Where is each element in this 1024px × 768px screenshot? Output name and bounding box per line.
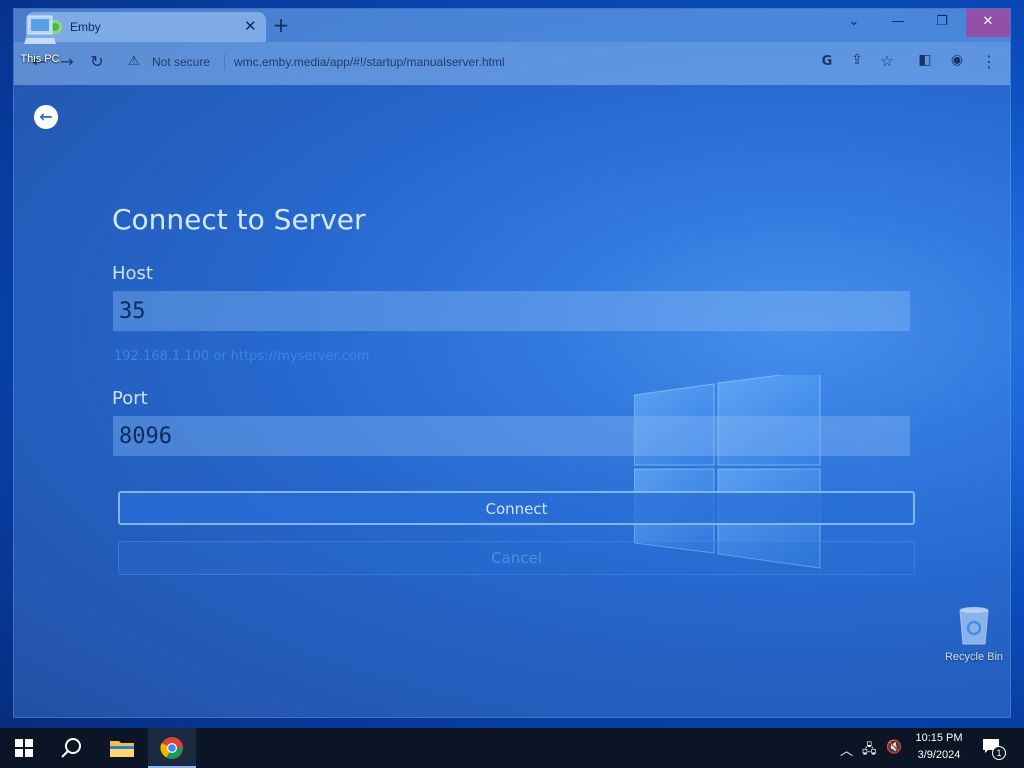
close-window-button[interactable]: ✕ bbox=[966, 9, 1010, 37]
network-icon[interactable]: 🖧 bbox=[862, 740, 877, 762]
menu-kebab-icon[interactable]: ⋮ bbox=[978, 52, 1000, 71]
tab-close-icon[interactable]: ✕ bbox=[244, 17, 257, 35]
share-icon[interactable]: ⇪ bbox=[846, 52, 868, 68]
host-hint: 192.168.1.100 or https://myserver.com bbox=[114, 349, 370, 364]
reload-button[interactable]: ↻ bbox=[86, 52, 108, 71]
browser-window: Emby ✕ + ⌄ — ❐ ✕ ← → ↻ ⚠ Not secure wmc.… bbox=[14, 9, 1010, 717]
port-input[interactable] bbox=[113, 416, 910, 456]
port-label: Port bbox=[112, 388, 148, 409]
address-bar[interactable]: ⚠ Not secure wmc.emby.media/app/#!/start… bbox=[114, 48, 814, 78]
bookmark-star-icon[interactable]: ☆ bbox=[876, 52, 898, 70]
page-title: Connect to Server bbox=[112, 203, 366, 236]
cancel-button[interactable]: Cancel bbox=[118, 541, 915, 575]
host-label: Host bbox=[112, 263, 153, 284]
taskbar-clock[interactable]: 10:15 PM 3/9/2024 bbox=[904, 730, 974, 764]
profile-avatar-icon[interactable]: ◉ bbox=[946, 52, 968, 68]
this-pc-shortcut[interactable]: This PC bbox=[8, 12, 72, 65]
notification-count-badge: 1 bbox=[992, 746, 1006, 760]
chrome-taskbar-button[interactable] bbox=[148, 728, 196, 768]
desktop: Recycle Bin Emby ✕ + ⌄ — ❐ ✕ ← → ↻ ⚠ Not… bbox=[0, 0, 1024, 728]
restore-button[interactable]: ❐ bbox=[920, 9, 964, 37]
new-tab-button[interactable]: + bbox=[269, 13, 293, 37]
back-arrow-icon[interactable]: ← bbox=[34, 105, 58, 129]
taskbar: ︿ 🖧 🔇 10:15 PM 3/9/2024 1 bbox=[0, 728, 1024, 768]
emby-page: ← Connect to Server Host 192.168.1.100 o… bbox=[14, 85, 1010, 717]
clock-time: 10:15 PM bbox=[915, 732, 963, 744]
show-hidden-icons-chevron-icon[interactable]: ︿ bbox=[840, 740, 853, 759]
this-pc-label: This PC bbox=[20, 53, 60, 65]
url-text[interactable]: wmc.emby.media/app/#!/startup/manualserv… bbox=[234, 55, 505, 69]
search-icon bbox=[61, 738, 81, 758]
address-separator bbox=[224, 54, 225, 70]
computer-icon bbox=[24, 15, 56, 44]
host-input[interactable] bbox=[113, 291, 910, 331]
side-panel-icon[interactable]: ◧ bbox=[914, 52, 936, 68]
windows-start-icon bbox=[15, 739, 33, 757]
search-button[interactable] bbox=[48, 728, 96, 768]
start-button[interactable] bbox=[0, 728, 48, 768]
clock-date: 3/9/2024 bbox=[917, 749, 961, 761]
tab-strip: Emby ✕ + ⌄ — ❐ ✕ bbox=[14, 9, 1010, 42]
chrome-icon bbox=[160, 737, 183, 759]
minimize-button[interactable]: — bbox=[876, 9, 920, 37]
google-translate-icon[interactable]: G bbox=[816, 54, 838, 69]
folder-icon bbox=[110, 741, 134, 757]
security-label: Not secure bbox=[152, 55, 211, 69]
action-center-button[interactable]: 1 bbox=[982, 738, 1006, 760]
volume-muted-icon[interactable]: 🔇 bbox=[886, 740, 902, 755]
file-explorer-button[interactable] bbox=[98, 728, 146, 768]
tab-search-button[interactable]: ⌄ bbox=[832, 9, 876, 37]
browser-toolbar: ← → ↻ ⚠ Not secure wmc.emby.media/app/#!… bbox=[14, 42, 1010, 85]
connect-button[interactable]: Connect bbox=[118, 491, 915, 525]
warning-icon[interactable]: ⚠ bbox=[128, 54, 140, 69]
tab-title: Emby bbox=[70, 20, 101, 34]
